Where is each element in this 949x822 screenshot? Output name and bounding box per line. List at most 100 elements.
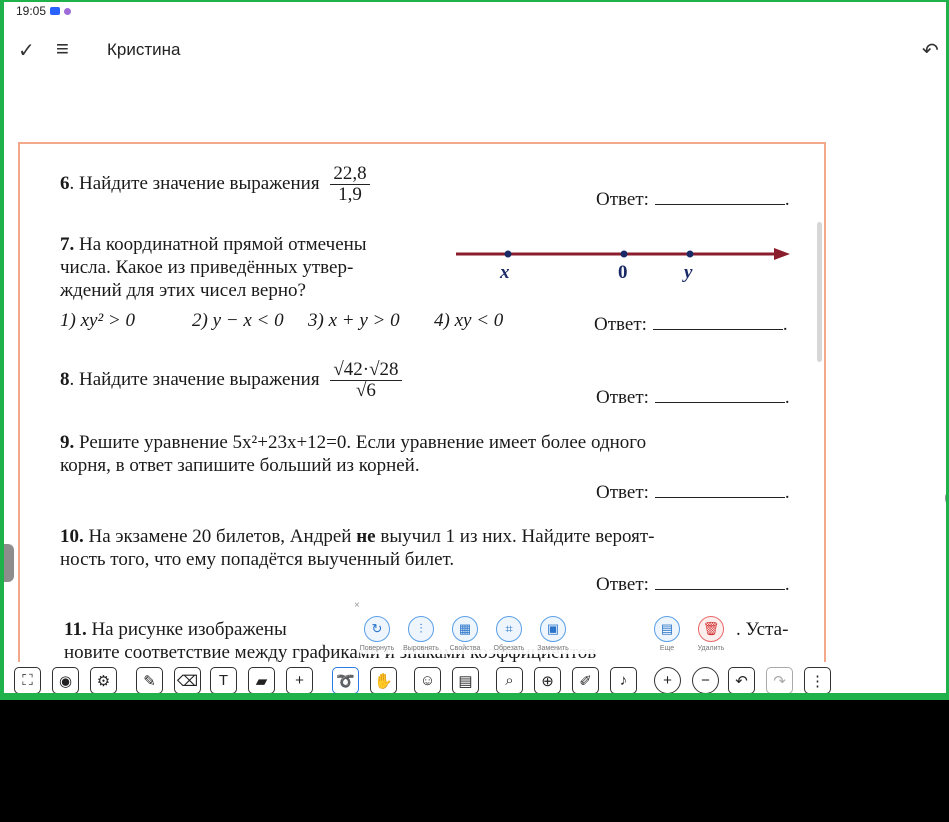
answer-dot: .: [784, 189, 790, 210]
highlighter-button[interactable]: ✐: [572, 667, 599, 694]
undo-icon[interactable]: ↶: [922, 38, 939, 63]
lasso-button[interactable]: ➰: [332, 667, 359, 694]
more-button[interactable]: ▤: [654, 616, 680, 642]
question-emphasis: не: [356, 526, 376, 547]
answer-dot: .: [784, 387, 790, 408]
hand-tool-button[interactable]: ✋: [370, 667, 397, 694]
status-time: 19:05: [16, 4, 47, 18]
plus-icon: +: [295, 672, 304, 689]
question-text: На экзамене 20 билетов, Андрей: [83, 526, 357, 547]
point-y: [686, 250, 694, 258]
question-7-line-2: числа. Какое из приведённых утвер-: [60, 257, 354, 278]
fraction: √42·√28 √6: [330, 360, 402, 401]
hand-icon: ✋: [374, 672, 393, 690]
side-panel-handle[interactable]: [4, 544, 14, 582]
number-line-arrow: [774, 248, 790, 260]
zoom-in-button[interactable]: +: [654, 667, 681, 694]
more-options-button[interactable]: ⋮: [804, 667, 831, 694]
crop-button[interactable]: ⌗: [496, 616, 522, 642]
text-icon: T: [218, 672, 229, 689]
point-x: [504, 250, 512, 258]
eye-icon: ◉: [58, 672, 73, 690]
fraction-denominator: √6: [355, 380, 376, 401]
settings-button[interactable]: ⚙: [90, 667, 117, 694]
zoom-button[interactable]: ⊕: [534, 667, 561, 694]
answer-10: Ответ:.: [596, 574, 790, 596]
properties-button[interactable]: ▦: [452, 616, 478, 642]
question-number: 10.: [60, 526, 84, 547]
replace-label: Заменить: [537, 645, 569, 652]
image-icon: ▰: [255, 672, 268, 690]
option-2: 2) y − x < 0: [192, 310, 284, 331]
document-icon: ▤: [458, 672, 473, 690]
zoom-out-button[interactable]: −: [692, 667, 719, 694]
question-number: 6: [60, 172, 70, 194]
add-button[interactable]: +: [286, 667, 313, 694]
fullscreen-button[interactable]: ⛶: [14, 667, 41, 694]
answer-line[interactable]: [652, 316, 783, 330]
undo-button[interactable]: ↶: [728, 667, 755, 694]
replace-button[interactable]: ▣: [540, 616, 566, 642]
image-tool-button[interactable]: ▰: [248, 667, 275, 694]
eraser-button[interactable]: ⌫: [174, 667, 201, 694]
redo-button[interactable]: ↷: [766, 667, 793, 694]
pen-icon: ✎: [143, 672, 156, 690]
point-zero: [620, 250, 628, 258]
check-icon[interactable]: ✓: [18, 38, 35, 63]
answer-dot: .: [782, 314, 788, 335]
answer-line[interactable]: [654, 576, 785, 590]
crop-icon: ⌗: [505, 621, 513, 636]
option-3: 3) x + y > 0: [308, 310, 400, 331]
answer-line[interactable]: [654, 191, 785, 205]
align-button[interactable]: ⫶: [408, 616, 434, 642]
number-line: [456, 248, 790, 260]
audio-button[interactable]: ♪: [610, 667, 637, 694]
search-button[interactable]: ⌕: [496, 667, 523, 694]
document-button[interactable]: ▤: [452, 667, 479, 694]
pen-tool-button[interactable]: ✎: [136, 667, 163, 694]
question-7-line-3: ждений для этих чисел верно?: [60, 280, 306, 301]
replace-image-icon: ▣: [546, 621, 560, 636]
answer-line[interactable]: [654, 389, 785, 403]
question-6: 6. Найдите значение выражения 22,8 1,9: [60, 164, 370, 205]
app-screen: 19:05 ✓ ≡ Кристина ↶ 6. Найдите значение…: [0, 0, 949, 700]
question-number: 11.: [64, 619, 87, 640]
question-text: Решите уравнение 5x²+23x+12=0. Если урав…: [74, 432, 647, 453]
sticker-button[interactable]: ☺: [414, 667, 441, 694]
delete-icon: 🗑: [702, 621, 720, 636]
crop-label: Обрезать: [493, 645, 525, 652]
question-text: На координатной прямой отмечены: [74, 234, 367, 255]
rotate-button[interactable]: ↻: [364, 616, 390, 642]
rotate-label: Повернуть: [359, 645, 395, 652]
answer-9: Ответ:.: [596, 482, 790, 504]
question-number: 9.: [60, 432, 75, 453]
scrollbar[interactable]: [817, 222, 822, 362]
fraction-numerator: 22,8: [330, 164, 370, 185]
answer-label: Ответ:: [596, 387, 649, 408]
gear-icon: ⚙: [96, 672, 111, 690]
answer-7: Ответ:.: [594, 314, 788, 336]
answer-6: Ответ:.: [596, 189, 790, 211]
answer-dot: .: [784, 574, 790, 595]
label-x: x: [500, 262, 510, 283]
music-note-icon: ♪: [619, 672, 628, 689]
menu-icon[interactable]: ≡: [56, 36, 69, 62]
question-7-line-1: 7. На координатной прямой отмечены: [60, 234, 367, 256]
undo-icon: ↶: [735, 672, 748, 690]
properties-icon: ▦: [458, 621, 472, 636]
answer-label: Ответ:: [594, 314, 647, 335]
delete-button[interactable]: 🗑: [698, 616, 724, 642]
answer-line[interactable]: [654, 484, 785, 498]
status-bar: 19:05: [16, 4, 72, 18]
app-bar: ✓ ≡ Кристина ↶: [4, 32, 946, 68]
answer-label: Ответ:: [596, 574, 649, 595]
edge-handle-icon[interactable]: (: [944, 484, 946, 510]
question-9-line-2: корня, в ответ запишите больший из корне…: [60, 455, 420, 476]
image-context-toolbar: × ↻ Повернуть ⫶ Выровнять ▦ Свойства ⌗ О…: [354, 600, 734, 654]
close-icon[interactable]: ×: [354, 600, 360, 611]
view-button[interactable]: ◉: [52, 667, 79, 694]
text-tool-button[interactable]: T: [210, 667, 237, 694]
option-4: 4) xy < 0: [434, 310, 504, 331]
minus-circle-icon: −: [701, 672, 710, 689]
label-zero: 0: [618, 262, 628, 283]
